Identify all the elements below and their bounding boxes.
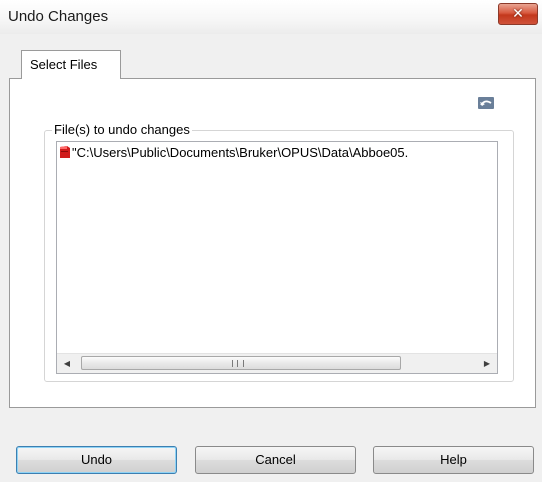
close-button[interactable]: ✕ — [498, 3, 538, 25]
help-button[interactable]: Help — [373, 446, 534, 474]
list-item[interactable]: "C:\Users\Public\Documents\Bruker\OPUS\D… — [59, 145, 408, 161]
scroll-thumb[interactable] — [81, 356, 401, 370]
undo-arrow-icon[interactable] — [478, 97, 494, 109]
red-file-icon — [59, 145, 71, 159]
title-bar[interactable]: Undo Changes ✕ — [0, 0, 542, 34]
files-listbox[interactable]: "C:\Users\Public\Documents\Bruker\OPUS\D… — [56, 141, 498, 374]
tab-select-files[interactable]: Select Files — [21, 50, 121, 79]
undo-changes-dialog: Undo Changes ✕ Select Files File(s) to u… — [0, 0, 542, 482]
horizontal-scrollbar[interactable]: ◀ ▶ — [57, 353, 497, 373]
scroll-right-icon[interactable]: ▶ — [477, 354, 497, 373]
groupbox-label: File(s) to undo changes — [52, 122, 192, 137]
close-icon: ✕ — [512, 6, 524, 22]
file-path: "C:\Users\Public\Documents\Bruker\OPUS\D… — [72, 145, 409, 160]
tab-label: Select Files — [30, 57, 98, 72]
undo-button[interactable]: Undo — [16, 446, 177, 474]
cancel-button[interactable]: Cancel — [195, 446, 356, 474]
scroll-left-icon[interactable]: ◀ — [57, 354, 77, 373]
scroll-grip-icon — [232, 360, 244, 367]
window-title: Undo Changes — [8, 8, 109, 25]
